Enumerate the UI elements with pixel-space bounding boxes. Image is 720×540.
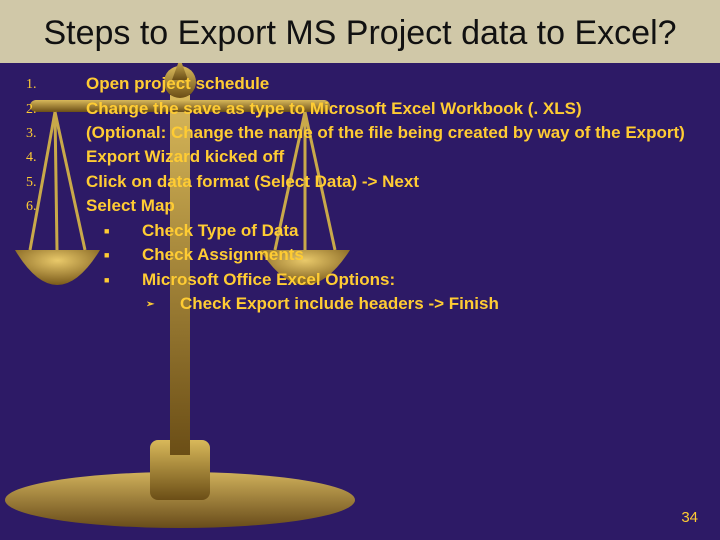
list-item: 2. Change the save as type to Microsoft … — [26, 98, 694, 120]
list-number: 2. — [26, 98, 86, 119]
content-area: 1. Open project schedule 2. Change the s… — [0, 63, 720, 315]
list-number: 5. — [26, 171, 86, 192]
list-item: 5. Click on data format (Select Data) ->… — [26, 171, 694, 193]
list-number: 6. — [26, 195, 86, 216]
list-number: 3. — [26, 122, 86, 143]
list-item: ■ Check Type of Data — [104, 220, 694, 242]
list-text: Check Assignments — [142, 244, 694, 266]
list-text: Check Type of Data — [142, 220, 694, 242]
sub-list-1: ■ Check Type of Data ■ Check Assignments… — [26, 220, 694, 291]
list-item: 4. Export Wizard kicked off — [26, 146, 694, 168]
list-item: ■ Microsoft Office Excel Options: — [104, 269, 694, 291]
triangle-bullet-icon: ➢ — [146, 293, 180, 311]
title-band: Steps to Export MS Project data to Excel… — [0, 0, 720, 63]
list-text: Microsoft Office Excel Options: — [142, 269, 694, 291]
square-bullet-icon: ■ — [104, 220, 142, 238]
list-number: 4. — [26, 146, 86, 167]
list-item: 3. (Optional: Change the name of the fil… — [26, 122, 694, 144]
main-list: 1. Open project schedule 2. Change the s… — [26, 73, 694, 218]
list-number: 1. — [26, 73, 86, 94]
list-item: 6. Select Map — [26, 195, 694, 217]
list-text: Export Wizard kicked off — [86, 146, 694, 168]
sub-list-2: ➢ Check Export include headers -> Finish — [26, 293, 694, 315]
list-item: 1. Open project schedule — [26, 73, 694, 95]
list-item: ➢ Check Export include headers -> Finish — [146, 293, 694, 315]
square-bullet-icon: ■ — [104, 269, 142, 287]
list-text: Select Map — [86, 195, 694, 217]
page-title: Steps to Export MS Project data to Excel… — [20, 14, 700, 53]
page-number: 34 — [681, 509, 698, 526]
list-text: Check Export include headers -> Finish — [180, 293, 694, 315]
list-item: ■ Check Assignments — [104, 244, 694, 266]
square-bullet-icon: ■ — [104, 244, 142, 262]
list-text: Open project schedule — [86, 73, 694, 95]
list-text: Change the save as type to Microsoft Exc… — [86, 98, 694, 120]
list-text: (Optional: Change the name of the file b… — [86, 122, 694, 144]
list-text: Click on data format (Select Data) -> Ne… — [86, 171, 694, 193]
